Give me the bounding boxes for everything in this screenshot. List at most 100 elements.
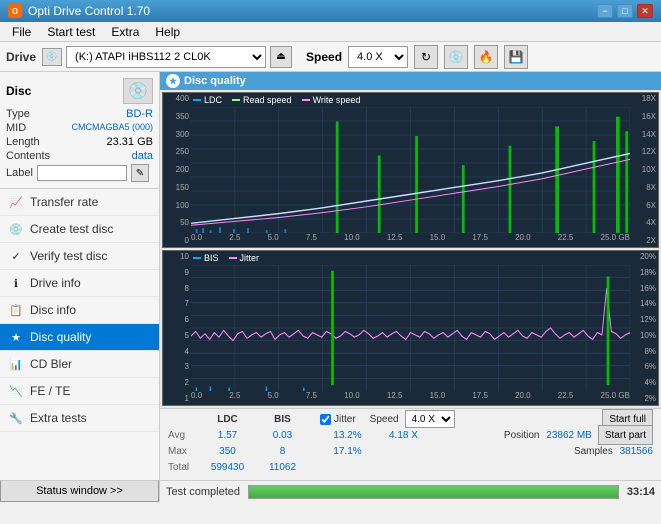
disc-label-edit-button[interactable]: ✎ (131, 164, 149, 182)
verify-test-disc-icon: ✓ (8, 248, 24, 264)
start-part-button[interactable]: Start part (598, 425, 653, 445)
eject-button[interactable]: ⏏ (270, 46, 292, 68)
upper-chart: LDC Read speed Write speed 400 350 300 (162, 92, 659, 248)
disc-label-row: Label ✎ (6, 164, 153, 182)
transfer-rate-icon: 📈 (8, 194, 24, 210)
drive-select[interactable]: (K:) ATAPI iHBS112 2 CL0K (66, 46, 266, 68)
samples-value: 381566 (620, 446, 653, 457)
charts-wrapper: LDC Read speed Write speed 400 350 300 (160, 90, 661, 408)
disc-type-row: Type BD-R (6, 108, 153, 120)
lower-chart-legend: BIS Jitter (193, 253, 259, 263)
disc-icon-img: 💿 (123, 78, 153, 104)
menu-start-test[interactable]: Start test (39, 23, 103, 41)
disc-panel: Disc 💿 Type BD-R MID CMCMAGBA5 (000) Len… (0, 72, 159, 189)
max-label: Max (168, 446, 200, 457)
max-jitter: 17.1% (320, 446, 375, 457)
lower-chart-svg (191, 265, 630, 391)
position-value: 23862 MB (546, 430, 592, 441)
disc-label-label: Label (6, 167, 33, 179)
close-button[interactable]: ✕ (637, 4, 653, 18)
nav-drive-info[interactable]: ℹ Drive info (0, 270, 159, 297)
menu-file[interactable]: File (4, 23, 39, 41)
disc-contents-value: data (132, 150, 153, 162)
nav-verify-test-disc[interactable]: ✓ Verify test disc (0, 243, 159, 270)
save-button[interactable]: 💾 (504, 45, 528, 69)
upper-y-axis-right: 18X 16X 14X 12X 10X 8X 6X 4X 2X (630, 93, 658, 247)
disc-mid-row: MID CMCMAGBA5 (000) (6, 122, 153, 134)
nav-create-test-disc[interactable]: 💿 Create test disc (0, 216, 159, 243)
disc-mid-value: CMCMAGBA5 (000) (71, 122, 153, 134)
right-panel: ★ Disc quality LDC Read speed (160, 72, 661, 502)
lower-y-axis-right: 20% 18% 16% 14% 12% 10% 8% 6% 4% 2% (630, 251, 658, 405)
speed-select[interactable]: 4.0 X 2.0 X 8.0 X (348, 46, 408, 68)
jitter-legend: Jitter (229, 253, 260, 263)
disc-info-icon: 📋 (8, 302, 24, 318)
nav-extra-tests[interactable]: 🔧 Extra tests (0, 405, 159, 432)
max-bis: 8 (255, 446, 310, 457)
nav-fe-te-label: FE / TE (30, 384, 70, 398)
ldc-header: LDC (200, 414, 255, 425)
avg-ldc: 1.57 (200, 430, 255, 441)
upper-x-axis: 0.0 2.5 5.0 7.5 10.0 12.5 15.0 17.5 20.0… (191, 233, 630, 247)
speed-stat-header: Speed (370, 414, 399, 425)
disc-type-value: BD-R (126, 108, 153, 120)
nav-cd-bler[interactable]: 📊 CD Bler (0, 351, 159, 378)
jitter-checkbox-container: Jitter (320, 414, 356, 425)
total-label: Total (168, 462, 200, 473)
disc-type-label: Type (6, 108, 30, 120)
title-bar-controls[interactable]: − □ ✕ (597, 4, 653, 18)
drive-icon: 💿 (42, 48, 62, 66)
disc-write-button[interactable]: 💿 (444, 45, 468, 69)
jitter-checkbox[interactable] (320, 414, 331, 425)
write-speed-legend: Write speed (302, 95, 361, 105)
nav-disc-quality[interactable]: ★ Disc quality (0, 324, 159, 351)
nav-verify-test-disc-label: Verify test disc (30, 249, 107, 263)
burn-button[interactable]: 🔥 (474, 45, 498, 69)
nav-create-test-disc-label: Create test disc (30, 222, 113, 236)
disc-length-row: Length 23.31 GB (6, 136, 153, 148)
refresh-button[interactable]: ↻ (414, 45, 438, 69)
cd-bler-icon: 📊 (8, 356, 24, 372)
fe-te-icon: 📉 (8, 383, 24, 399)
disc-header: Disc 💿 (6, 78, 153, 104)
disc-title: Disc (6, 84, 31, 98)
samples-label: Samples 381566 (574, 446, 653, 457)
nav-cd-bler-label: CD Bler (30, 357, 72, 371)
lower-y-axis-left: 10 9 8 7 6 5 4 3 2 1 (163, 251, 191, 405)
disc-contents-label: Contents (6, 150, 50, 162)
menu-bar: File Start test Extra Help (0, 22, 661, 42)
upper-chart-legend: LDC Read speed Write speed (193, 95, 360, 105)
speed-stat-dropdown[interactable]: 4.0 X (405, 410, 455, 428)
drive-label: Drive (6, 50, 36, 64)
nav-fe-te[interactable]: 📉 FE / TE (0, 378, 159, 405)
progress-time: 33:14 (627, 486, 655, 498)
upper-y-axis-left: 400 350 300 250 200 150 100 50 0 (163, 93, 191, 247)
progress-label: Test completed (166, 486, 240, 498)
total-ldc: 599430 (200, 462, 255, 473)
upper-chart-svg (191, 107, 630, 233)
disc-contents-row: Contents data (6, 150, 153, 162)
avg-speed: 4.18 X (389, 430, 418, 441)
progress-bar-fill (249, 486, 618, 498)
sidebar: Disc 💿 Type BD-R MID CMCMAGBA5 (000) Len… (0, 72, 160, 502)
speed-label: Speed (306, 50, 342, 64)
menu-help[interactable]: Help (147, 23, 188, 41)
disc-quality-icon: ★ (8, 329, 24, 345)
disc-label-input[interactable] (37, 165, 127, 181)
nav-items: 📈 Transfer rate 💿 Create test disc ✓ Ver… (0, 189, 159, 480)
nav-disc-info[interactable]: 📋 Disc info (0, 297, 159, 324)
maximize-button[interactable]: □ (617, 4, 633, 18)
lower-x-axis: 0.0 2.5 5.0 7.5 10.0 12.5 15.0 17.5 20.0… (191, 391, 630, 405)
nav-transfer-rate[interactable]: 📈 Transfer rate (0, 189, 159, 216)
extra-tests-icon: 🔧 (8, 410, 24, 426)
disc-length-value: 23.31 GB (107, 136, 153, 148)
chart-title-icon: ★ (166, 74, 180, 88)
progress-area: Test completed 33:14 (160, 480, 661, 502)
minimize-button[interactable]: − (597, 4, 613, 18)
avg-jitter: 13.2% (320, 430, 375, 441)
drive-toolbar: Drive 💿 (K:) ATAPI iHBS112 2 CL0K ⏏ Spee… (0, 42, 661, 72)
status-window-button[interactable]: Status window >> (0, 480, 159, 502)
progress-bar-container (248, 485, 619, 499)
title-bar: O Opti Drive Control 1.70 − □ ✕ (0, 0, 661, 22)
menu-extra[interactable]: Extra (103, 23, 147, 41)
